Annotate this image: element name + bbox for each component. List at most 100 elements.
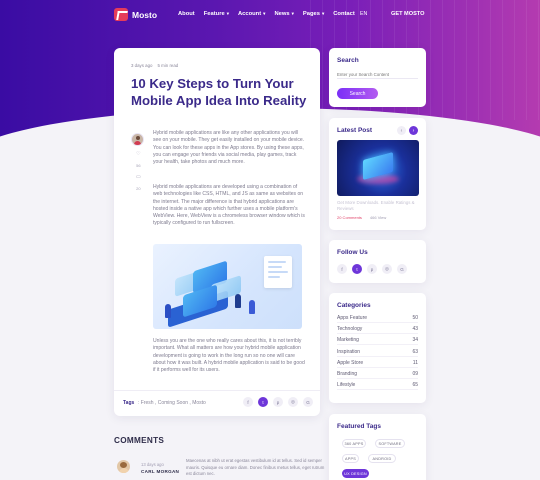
tag-chip[interactable]: ANDROID bbox=[368, 454, 396, 463]
widget-title: Follow Us bbox=[337, 249, 368, 256]
google-icon[interactable]: G bbox=[397, 264, 407, 274]
category-count: 65 bbox=[412, 382, 418, 389]
logo[interactable]: Mosto bbox=[114, 8, 157, 21]
latest-post-meta: 20 Comments 466 View bbox=[337, 215, 386, 220]
category-item[interactable]: Branding 09 bbox=[337, 371, 418, 379]
latest-post-image[interactable] bbox=[337, 140, 419, 196]
tag-chip[interactable]: 360 APPS bbox=[342, 439, 366, 448]
commenter-avatar bbox=[117, 460, 130, 473]
latest-post-comments: 20 Comments bbox=[337, 215, 362, 220]
comment-date: 13 days ago bbox=[141, 462, 164, 467]
heart-icon[interactable]: ♡ bbox=[136, 151, 140, 157]
nav-item-pages[interactable]: Pages ▾ bbox=[303, 11, 324, 17]
nav-item-news[interactable]: News ▾ bbox=[274, 11, 293, 17]
nav-item-label: About bbox=[178, 11, 195, 17]
nav-item-label: Feature bbox=[203, 11, 225, 17]
latest-post-title[interactable]: Get More Downloads. Enable Ratings & Rev… bbox=[337, 200, 419, 212]
article-title: 10 Key Steps to Turn Your Mobile App Ide… bbox=[131, 76, 307, 108]
follow-widget: Follow Us f t p ◎ G bbox=[329, 240, 426, 283]
category-item[interactable]: Apps Feature 50 bbox=[337, 315, 418, 323]
category-item[interactable]: Lifestyle 65 bbox=[337, 382, 418, 391]
nav-item-label: News bbox=[274, 11, 290, 17]
tag-chip[interactable]: UX DESIGN bbox=[342, 469, 369, 478]
nav-item-feature[interactable]: Feature ▾ bbox=[204, 11, 229, 17]
nav-item-contact[interactable]: Contact bbox=[333, 11, 355, 17]
categories-widget: Categories Apps Feature 50 Technology 43 Mar… bbox=[329, 293, 426, 403]
chevron-left-icon[interactable]: ‹ bbox=[397, 126, 406, 135]
tags-list[interactable]: : Fresh , Coming Soon , Mosto bbox=[138, 400, 206, 406]
article-read-time: 5 min read bbox=[157, 63, 179, 68]
category-item[interactable]: Inspiration 63 bbox=[337, 348, 418, 357]
google-icon[interactable]: G bbox=[303, 397, 313, 407]
social-icons: f t p ◎ G bbox=[337, 264, 407, 274]
category-count: 50 bbox=[412, 315, 418, 321]
search-input[interactable] bbox=[337, 70, 418, 79]
category-count: 09 bbox=[412, 371, 418, 377]
widget-title: Search bbox=[337, 57, 359, 64]
category-count: 63 bbox=[412, 348, 418, 355]
category-item[interactable]: Technology 43 bbox=[337, 326, 418, 335]
get-mosto-link[interactable]: GET MOSTO bbox=[391, 11, 424, 17]
comments-count: 20 bbox=[136, 186, 141, 191]
article-paragraph: Hybrid mobile applications are developed… bbox=[153, 184, 305, 227]
category-count: 11 bbox=[412, 359, 418, 366]
widget-title: Latest Post bbox=[337, 127, 373, 134]
category-name: Lifestyle bbox=[337, 382, 356, 389]
article-meta: 3 days ago 5 min read bbox=[131, 63, 178, 68]
latest-post-views: 466 View bbox=[369, 215, 387, 220]
nav-item-about[interactable]: About bbox=[178, 11, 195, 17]
category-count: 43 bbox=[412, 326, 418, 333]
pinterest-icon[interactable]: p bbox=[273, 397, 283, 407]
comment-text: Maecenas at nibh ut erat egestas vestibu… bbox=[186, 458, 325, 476]
category-name: Inspiration bbox=[337, 348, 361, 355]
article-card: 3 days ago 5 min read 10 Key Steps to Tu… bbox=[114, 48, 320, 416]
latest-post-navigation: ‹ › bbox=[397, 126, 418, 135]
top-navigation: Mosto About Feature ▾ Account ▾ News ▾ Pages ▾ Co… bbox=[0, 0, 540, 30]
chevron-right-icon[interactable]: › bbox=[409, 126, 418, 135]
twitter-icon[interactable]: t bbox=[352, 264, 362, 274]
nav-item-label: Account bbox=[237, 11, 262, 17]
article-paragraph: Unless you are the one who really cares … bbox=[153, 338, 305, 374]
facebook-icon[interactable]: f bbox=[243, 397, 253, 407]
category-name: Technology bbox=[337, 326, 363, 333]
comment-icon[interactable]: ▭ bbox=[136, 174, 141, 180]
category-name: Marketing bbox=[337, 337, 359, 344]
nav-item-account[interactable]: Account ▾ bbox=[238, 11, 265, 17]
category-name: Branding bbox=[337, 371, 358, 377]
chevron-down-icon: ▾ bbox=[291, 11, 294, 16]
search-widget: Search Search bbox=[329, 48, 426, 107]
chevron-down-icon: ▾ bbox=[226, 11, 229, 16]
category-item[interactable]: Marketing 34 bbox=[337, 337, 418, 346]
commenter-name: CARL MORGAN bbox=[141, 469, 180, 474]
logo-text: Mosto bbox=[132, 9, 158, 20]
twitter-icon[interactable]: t bbox=[258, 397, 268, 407]
dribbble-icon[interactable]: ◎ bbox=[288, 397, 298, 407]
featured-tags-widget: Featured Tags 360 APPS SOFTWARE APPS ANDROI… bbox=[329, 414, 426, 480]
article-illustration bbox=[153, 244, 302, 329]
divider bbox=[114, 390, 320, 391]
category-name: Apple Store bbox=[337, 359, 364, 366]
latest-post-widget: Latest Post ‹ › Get More Downloads. Enab… bbox=[329, 118, 426, 230]
nav-item-label: Pages bbox=[302, 11, 320, 17]
category-item[interactable]: Apple Store 11 bbox=[337, 359, 418, 368]
comments-heading: COMMENTS bbox=[114, 436, 165, 445]
share-icons: f t p ◎ G bbox=[243, 397, 313, 407]
author-avatar[interactable] bbox=[131, 133, 144, 146]
dribbble-icon[interactable]: ◎ bbox=[382, 264, 392, 274]
widget-title: Categories bbox=[337, 302, 371, 309]
pinterest-icon[interactable]: p bbox=[367, 264, 377, 274]
tag-chip[interactable]: APPS bbox=[342, 454, 359, 463]
article-date: 3 days ago bbox=[131, 63, 153, 68]
main-menu: About Feature ▾ Account ▾ News ▾ Pages ▾ Contact bbox=[178, 11, 355, 17]
facebook-icon[interactable]: f bbox=[337, 264, 347, 274]
tags-label: Tags bbox=[123, 400, 135, 406]
category-name: Apps Feature bbox=[337, 315, 368, 321]
tag-chip[interactable]: SOFTWARE bbox=[375, 439, 405, 448]
widget-title: Featured Tags bbox=[337, 423, 381, 430]
likes-count: 56 bbox=[136, 163, 141, 168]
category-count: 34 bbox=[412, 337, 418, 344]
article-paragraph: Hybrid mobile applications are like any … bbox=[153, 130, 305, 166]
search-button[interactable]: Search bbox=[337, 88, 378, 99]
nav-item-label: Contact bbox=[333, 11, 355, 17]
language-selector[interactable]: EN bbox=[360, 11, 367, 17]
